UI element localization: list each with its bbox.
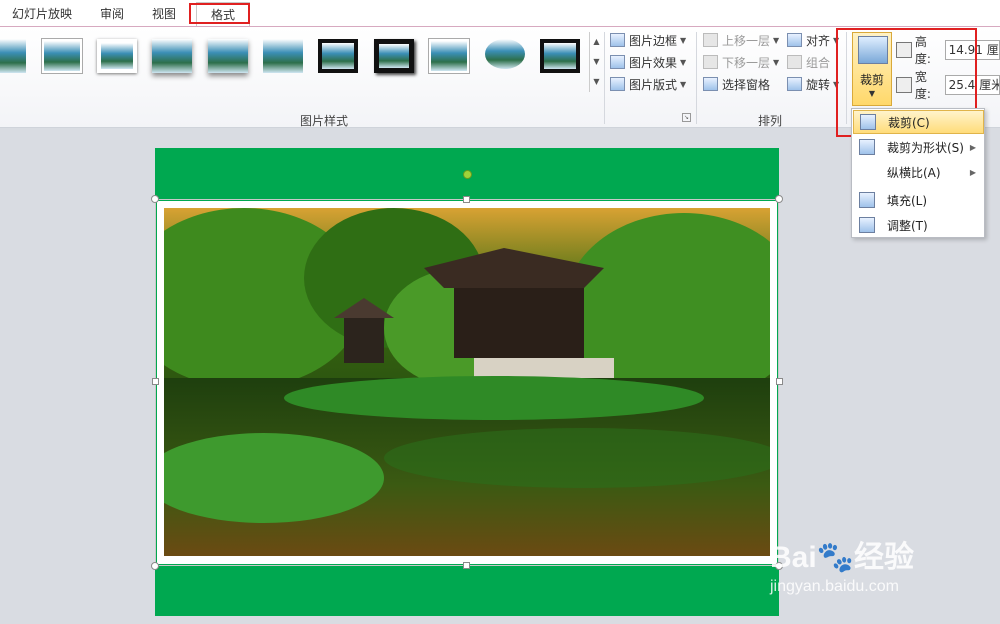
- picture-style-thumb[interactable]: [374, 39, 414, 73]
- tab-review[interactable]: 审阅: [100, 5, 124, 22]
- dialog-launcher-icon[interactable]: ↘: [682, 113, 691, 122]
- menu-item-aspect-ratio[interactable]: 纵横比(A) ▶: [853, 160, 984, 184]
- menu-item-fill[interactable]: 填充(L): [853, 188, 984, 212]
- resize-handle-n[interactable]: [463, 196, 470, 203]
- resize-handle-ne[interactable]: [775, 195, 783, 203]
- shape-icon: [859, 139, 875, 155]
- tab-highlight-box: [189, 3, 250, 24]
- send-backward-icon: [703, 55, 718, 69]
- picture-layout-icon: [610, 77, 625, 91]
- selection-frame: [155, 199, 779, 566]
- scroll-down-icon[interactable]: ▼: [590, 52, 603, 72]
- resize-handle-sw[interactable]: [151, 562, 159, 570]
- ribbon-separator: [604, 32, 605, 124]
- bring-forward-icon: [703, 33, 718, 47]
- picture-styles-group-label: 图片样式: [300, 114, 349, 128]
- resize-handle-e[interactable]: [776, 378, 783, 385]
- menu-item-fit[interactable]: 调整(T): [853, 213, 984, 237]
- group-icon: [787, 55, 802, 69]
- picture-style-thumb[interactable]: [0, 39, 26, 73]
- picture-style-thumb[interactable]: [42, 39, 82, 73]
- picture-style-thumb[interactable]: [263, 39, 303, 73]
- selection-pane-icon: [703, 77, 718, 91]
- rotate-icon: [787, 77, 802, 91]
- picture-border-icon: [610, 33, 625, 47]
- menu-item-crop[interactable]: 裁剪(C): [853, 110, 984, 134]
- submenu-arrow-icon: ▶: [969, 167, 976, 177]
- picture-style-gallery: [0, 31, 590, 91]
- gallery-scroll[interactable]: ▲ ▼ ▼: [589, 32, 603, 92]
- picture-style-thumb[interactable]: [318, 39, 358, 73]
- crop-dropdown-menu: 裁剪(C) 裁剪为形状(S) ▶ 纵横比(A) ▶ 填充(L) 调整(T): [851, 108, 985, 238]
- more-icon[interactable]: ▼: [590, 72, 603, 92]
- rotate-button[interactable]: 旋转 ▼: [787, 74, 839, 94]
- tab-slideshow[interactable]: 幻灯片放映: [12, 5, 72, 22]
- bring-forward-button[interactable]: 上移一层 ▼: [703, 30, 779, 50]
- ribbon-separator: [696, 32, 697, 124]
- align-button[interactable]: 对齐 ▼: [787, 30, 839, 50]
- fit-icon: [859, 217, 875, 233]
- arrange-group-label: 排列: [758, 114, 783, 128]
- scroll-up-icon[interactable]: ▲: [590, 32, 603, 52]
- picture-style-thumb[interactable]: [97, 39, 137, 73]
- baidu-watermark: Bai🐾经验 jingyan.baidu.com: [770, 522, 990, 602]
- watermark-url: jingyan.baidu.com: [770, 578, 899, 595]
- resize-handle-nw[interactable]: [151, 195, 159, 203]
- resize-handle-s[interactable]: [463, 562, 470, 569]
- picture-effects-button[interactable]: 图片效果 ▼: [610, 52, 686, 72]
- tab-view[interactable]: 视图: [152, 5, 176, 22]
- send-backward-button[interactable]: 下移一层 ▼: [703, 52, 779, 72]
- picture-style-thumb[interactable]: [485, 39, 525, 69]
- selection-pane-button[interactable]: 选择窗格: [703, 74, 770, 94]
- picture-layout-button[interactable]: 图片版式 ▼: [610, 74, 686, 94]
- crop-icon: [860, 114, 876, 130]
- fill-icon: [859, 192, 875, 208]
- resize-handle-w[interactable]: [152, 378, 159, 385]
- menu-item-crop-to-shape[interactable]: 裁剪为形状(S) ▶: [853, 135, 984, 159]
- picture-border-button[interactable]: 图片边框 ▼: [610, 30, 686, 50]
- picture-style-thumb[interactable]: [540, 39, 580, 73]
- watermark-brand: Bai🐾经验: [770, 541, 915, 574]
- align-icon: [787, 33, 802, 47]
- ribbon-tab-bar: 幻灯片放映 审阅 视图 格式: [0, 0, 1000, 27]
- rotation-handle[interactable]: [463, 170, 472, 179]
- picture-effects-icon: [610, 55, 625, 69]
- picture-style-thumb[interactable]: [208, 39, 248, 73]
- submenu-arrow-icon: ▶: [969, 142, 976, 152]
- picture-style-thumb[interactable]: [152, 39, 192, 73]
- picture-style-thumb[interactable]: [429, 39, 469, 73]
- group-button[interactable]: 组合: [787, 52, 830, 72]
